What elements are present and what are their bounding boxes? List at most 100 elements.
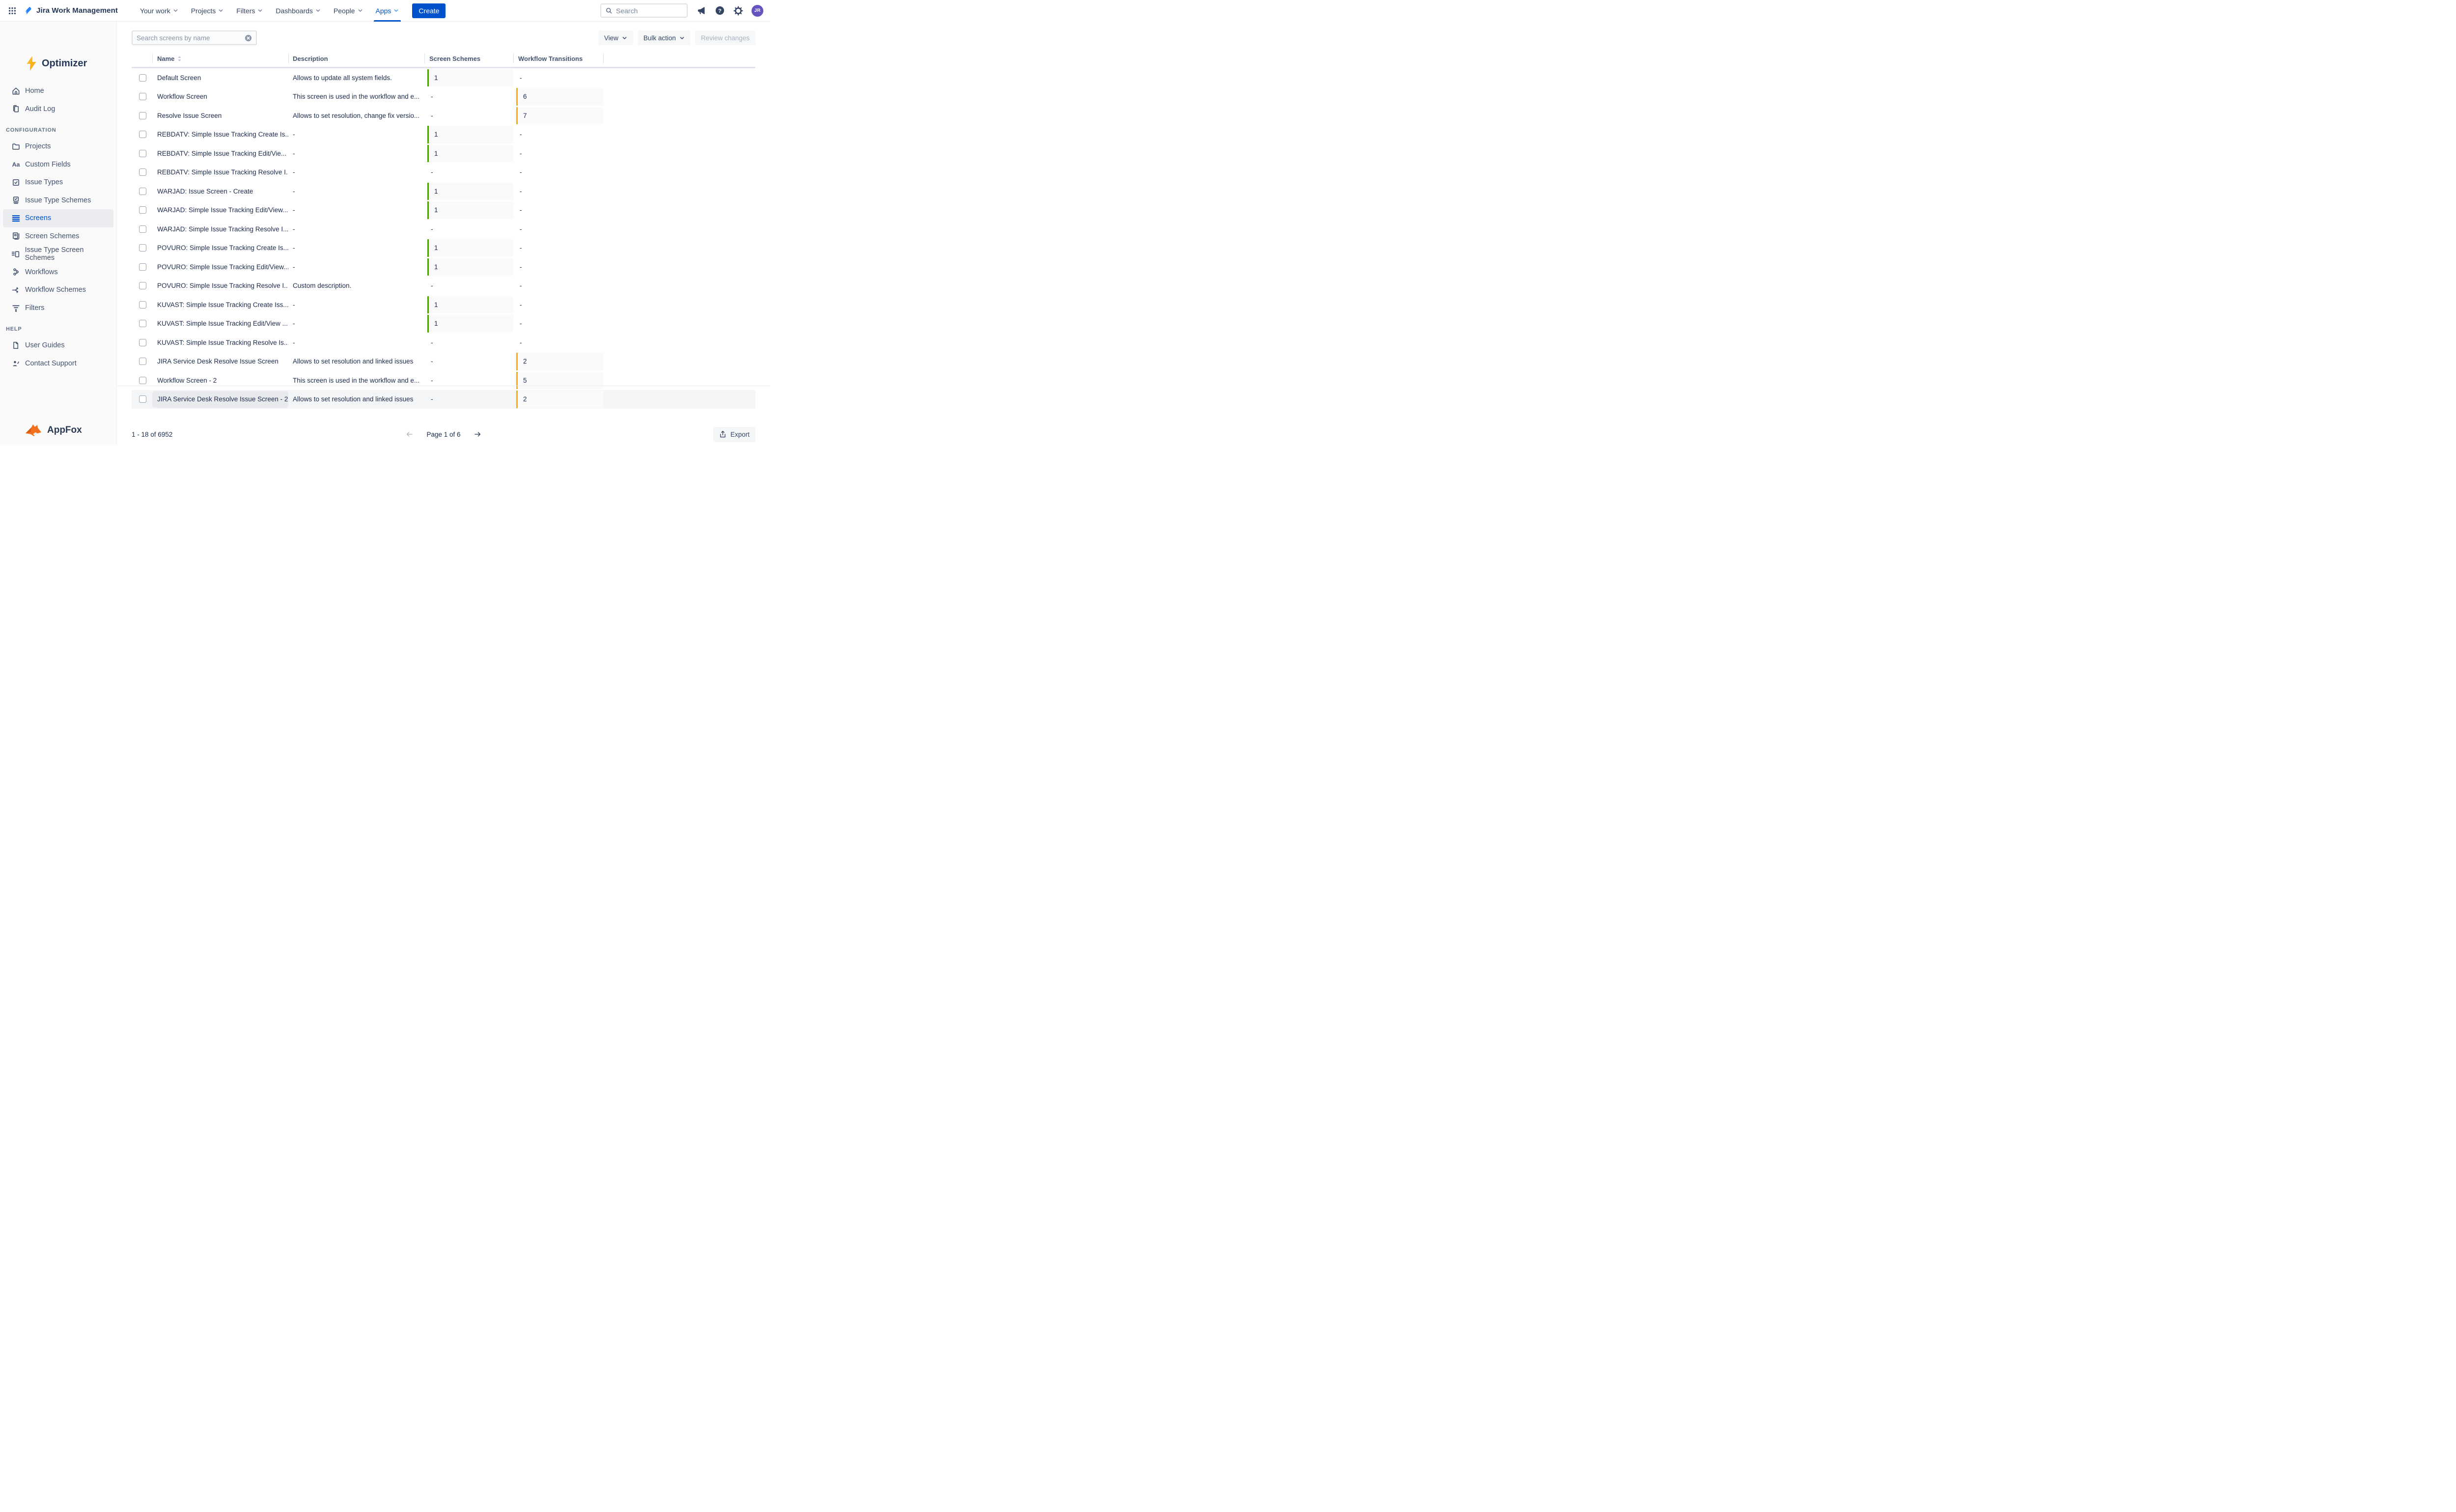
sidebar-item-contact-support[interactable]: Contact Support xyxy=(3,355,113,373)
sidebar-item-workflows[interactable]: Workflows xyxy=(3,263,113,281)
screen-name-cell[interactable]: Resolve Issue Screen xyxy=(152,106,288,125)
row-checkbox[interactable] xyxy=(139,301,146,308)
sidebar-item-issue-types[interactable]: Issue Types xyxy=(3,173,113,192)
nav-item-filters[interactable]: Filters xyxy=(230,0,269,22)
row-checkbox[interactable] xyxy=(139,112,146,119)
row-checkbox[interactable] xyxy=(139,395,146,403)
table-row[interactable]: POVURO: Simple Issue Tracking Edit/View.… xyxy=(132,257,755,277)
table-row[interactable]: Resolve Issue ScreenAllows to set resolu… xyxy=(132,106,755,125)
screen-name-cell[interactable]: REBDATV: Simple Issue Tracking Create Is… xyxy=(152,125,288,144)
row-checkbox[interactable] xyxy=(139,377,146,384)
sidebar-item-projects[interactable]: Projects xyxy=(3,138,113,156)
row-checkbox[interactable] xyxy=(139,168,146,176)
next-page-arrow-icon[interactable] xyxy=(473,429,483,440)
sidebar-section-heading-configuration: CONFIGURATION xyxy=(6,125,116,135)
screen-name-cell[interactable]: JIRA Service Desk Resolve Issue Screen xyxy=(152,352,288,371)
table-row[interactable]: KUVAST: Simple Issue Tracking Resolve Is… xyxy=(132,333,755,352)
export-button[interactable]: Export xyxy=(713,427,755,442)
workflow-transitions-cell: - xyxy=(513,163,603,182)
app-switcher-icon[interactable] xyxy=(6,4,19,17)
screen-name-cell[interactable]: WARJAD: Issue Screen - Create xyxy=(152,182,288,201)
sidebar-item-label: Issue Type Screen Schemes xyxy=(25,246,113,262)
screens-search-input[interactable] xyxy=(137,34,245,42)
sidebar-item-issue-type-schemes[interactable]: Issue Type Schemes xyxy=(3,192,113,210)
sidebar-item-filters[interactable]: Filters xyxy=(3,299,113,317)
screen-name-cell[interactable]: WARJAD: Simple Issue Tracking Edit/View.… xyxy=(152,201,288,220)
screen-name-cell[interactable]: POVURO: Simple Issue Tracking Edit/View.… xyxy=(152,257,288,277)
row-checkbox[interactable] xyxy=(139,225,146,233)
sidebar-item-screens[interactable]: Screens xyxy=(3,209,113,227)
previous-page-arrow-icon[interactable] xyxy=(404,429,415,440)
sidebar-item-screen-schemes[interactable]: Screen Schemes xyxy=(3,227,113,246)
nav-item-apps[interactable]: Apps xyxy=(369,0,406,22)
product-home-link[interactable]: Jira Work Management xyxy=(24,6,118,15)
help-icon[interactable]: ? xyxy=(714,5,725,16)
sidebar-item-home[interactable]: Home xyxy=(3,82,113,100)
sidebar-item-audit-log[interactable]: Audit Log xyxy=(3,100,113,118)
workflow-transitions-cell: 2 xyxy=(513,390,603,409)
screen-name-cell[interactable]: POVURO: Simple Issue Tracking Resolve I.… xyxy=(152,277,288,296)
row-checkbox[interactable] xyxy=(139,93,146,100)
review-changes-button[interactable]: Review changes xyxy=(695,30,755,45)
screen-name-cell[interactable]: KUVAST: Simple Issue Tracking Create Iss… xyxy=(152,295,288,314)
bulk-action-button[interactable]: Bulk action xyxy=(638,30,691,45)
row-checkbox[interactable] xyxy=(139,339,146,346)
table-row[interactable]: WARJAD: Issue Screen - Create-1- xyxy=(132,182,755,201)
table-row[interactable]: WARJAD: Simple Issue Tracking Edit/View.… xyxy=(132,201,755,220)
megaphone-icon[interactable] xyxy=(696,5,706,16)
screen-name-cell[interactable]: WARJAD: Simple Issue Tracking Resolve I.… xyxy=(152,220,288,239)
sidebar-item-custom-fields[interactable]: AaCustom Fields xyxy=(3,156,113,174)
clear-search-icon[interactable] xyxy=(245,34,252,42)
screen-name-cell[interactable]: REBDATV: Simple Issue Tracking Resolve I… xyxy=(152,163,288,182)
table-row[interactable]: POVURO: Simple Issue Tracking Resolve I.… xyxy=(132,277,755,296)
screen-name-cell[interactable]: Workflow Screen xyxy=(152,87,288,107)
sidebar-item-issue-type-screen-schemes[interactable]: Issue Type Screen Schemes xyxy=(3,245,113,263)
sidebar-item-workflow-schemes[interactable]: Workflow Schemes xyxy=(3,281,113,299)
row-checkbox[interactable] xyxy=(139,320,146,327)
settings-icon[interactable] xyxy=(733,5,744,16)
table-row[interactable]: Default ScreenAllows to update all syste… xyxy=(132,68,755,87)
row-checkbox[interactable] xyxy=(139,206,146,214)
row-checkbox[interactable] xyxy=(139,358,146,365)
table-row[interactable]: REBDATV: Simple Issue Tracking Resolve I… xyxy=(132,163,755,182)
row-checkbox[interactable] xyxy=(139,150,146,157)
screen-name-cell[interactable]: Workflow Screen - 2 xyxy=(152,371,288,390)
screens-search[interactable] xyxy=(132,30,257,45)
table-row[interactable]: WARJAD: Simple Issue Tracking Resolve I.… xyxy=(132,220,755,239)
table-row[interactable]: Workflow ScreenThis screen is used in th… xyxy=(132,87,755,107)
view-button[interactable]: View xyxy=(598,30,633,45)
row-checkbox[interactable] xyxy=(139,188,146,195)
appfox-brand[interactable]: AppFox xyxy=(25,423,82,437)
table-row[interactable]: JIRA Service Desk Resolve Issue Screen -… xyxy=(132,390,755,409)
table-row[interactable]: Workflow Screen - 2This screen is used i… xyxy=(132,371,755,390)
create-button[interactable]: Create xyxy=(412,3,446,18)
chevron-down-icon xyxy=(315,8,321,13)
screen-name-cell[interactable]: Default Screen xyxy=(152,68,288,87)
screen-name-cell[interactable]: KUVAST: Simple Issue Tracking Edit/View … xyxy=(152,314,288,334)
table-row[interactable]: KUVAST: Simple Issue Tracking Create Iss… xyxy=(132,295,755,314)
row-checkbox[interactable] xyxy=(139,131,146,138)
row-checkbox[interactable] xyxy=(139,282,146,289)
screen-name-cell[interactable]: JIRA Service Desk Resolve Issue Screen -… xyxy=(152,390,288,409)
nav-item-dashboards[interactable]: Dashboards xyxy=(269,0,327,22)
screen-name-cell[interactable]: KUVAST: Simple Issue Tracking Resolve Is… xyxy=(152,333,288,352)
nav-item-your-work[interactable]: Your work xyxy=(134,0,185,22)
table-row[interactable]: POVURO: Simple Issue Tracking Create Is.… xyxy=(132,239,755,258)
table-row[interactable]: JIRA Service Desk Resolve Issue ScreenAl… xyxy=(132,352,755,371)
table-row[interactable]: REBDATV: Simple Issue Tracking Create Is… xyxy=(132,125,755,144)
row-checkbox[interactable] xyxy=(139,263,146,271)
global-search[interactable] xyxy=(600,3,688,18)
table-row[interactable]: REBDATV: Simple Issue Tracking Edit/Vie.… xyxy=(132,144,755,163)
sidebar-item-user-guides[interactable]: User Guides xyxy=(3,336,113,355)
table-row[interactable]: KUVAST: Simple Issue Tracking Edit/View … xyxy=(132,314,755,334)
screen-name-cell[interactable]: REBDATV: Simple Issue Tracking Edit/Vie.… xyxy=(152,144,288,163)
row-checkbox[interactable] xyxy=(139,74,146,82)
global-search-input[interactable] xyxy=(616,7,683,15)
row-checkbox[interactable] xyxy=(139,244,146,252)
workflow-transitions-cell: - xyxy=(513,182,603,201)
nav-item-people[interactable]: People xyxy=(327,0,369,22)
screen-name-cell[interactable]: POVURO: Simple Issue Tracking Create Is.… xyxy=(152,239,288,258)
user-avatar[interactable]: JR xyxy=(752,5,763,17)
nav-item-projects[interactable]: Projects xyxy=(185,0,230,22)
column-header-name[interactable]: Name xyxy=(152,52,288,65)
